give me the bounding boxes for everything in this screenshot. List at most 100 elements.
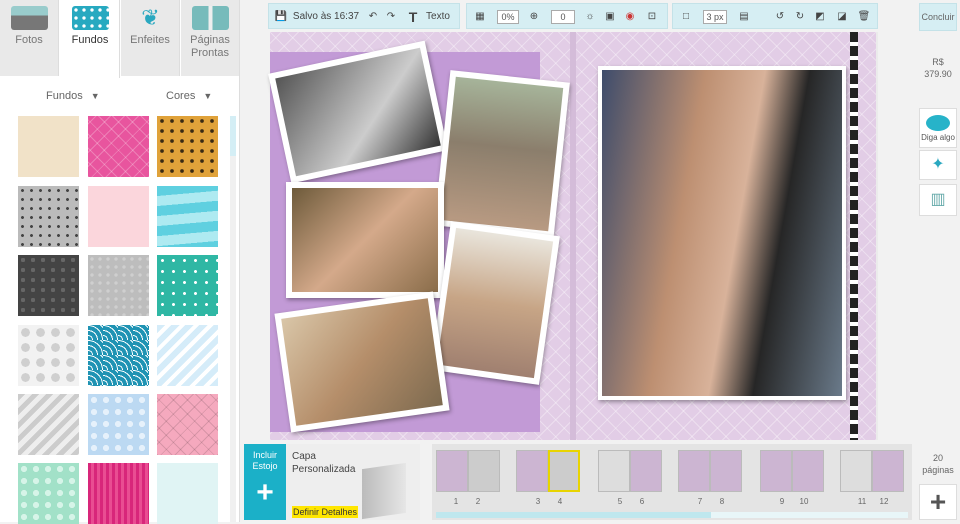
page-thumb-10[interactable] <box>792 450 824 492</box>
page-thumb-6[interactable] <box>630 450 662 492</box>
redo-icon[interactable]: ↷ <box>383 7 399 27</box>
swatch[interactable] <box>88 116 149 177</box>
say-something-button[interactable]: Diga algo <box>919 108 957 148</box>
toolbar-group-file: 💾 Salvo às 16:37 ↶ ↷ T Texto <box>268 3 460 29</box>
swatch[interactable] <box>18 325 79 386</box>
brightness-icon[interactable]: ☼ <box>583 7 597 27</box>
cover-title: Capa Personalizada <box>292 451 356 475</box>
include-case-button[interactable]: Incluir Estojo + <box>244 444 286 520</box>
cover-preview-icon <box>362 462 406 520</box>
page-number: 12 <box>879 497 889 506</box>
page-thumbnails: 1 2 3 4 5 6 7 8 9 10 11 12 <box>432 444 912 520</box>
page-thumb-9[interactable] <box>760 450 792 492</box>
tab-photos[interactable]: Fotos <box>0 0 59 76</box>
border-width-input[interactable]: 3 px <box>703 10 727 24</box>
photos-icon <box>11 6 48 30</box>
swatch[interactable] <box>18 186 79 247</box>
zoom-icon[interactable]: ⊕ <box>527 7 541 27</box>
photo-sitting-rocks[interactable] <box>434 70 570 238</box>
colors-dropdown[interactable]: Cores ▼ <box>166 90 212 102</box>
swatch[interactable] <box>157 394 218 455</box>
swatch[interactable] <box>88 255 149 316</box>
swatch[interactable] <box>18 394 79 455</box>
tab-embellishments[interactable]: ❦ Enfeites <box>121 0 180 76</box>
swatch[interactable] <box>88 186 149 247</box>
left-panel: Fotos Fundos ❦ Enfeites Páginas Prontas … <box>0 0 240 524</box>
thumbnail-scrollbar[interactable] <box>436 512 908 518</box>
speech-bubble-icon <box>926 115 950 131</box>
swatch[interactable] <box>157 186 218 247</box>
swatch[interactable] <box>157 116 218 177</box>
send-back-icon[interactable]: ◪ <box>835 7 849 27</box>
swatch[interactable] <box>88 463 149 524</box>
photo-main-portrait[interactable] <box>598 66 846 400</box>
butterfly-icon: ❦ <box>141 5 160 30</box>
swatch[interactable] <box>157 325 218 386</box>
page-thumb-1[interactable] <box>436 450 468 492</box>
spine-gap <box>570 32 576 440</box>
album-canvas[interactable] <box>268 32 878 440</box>
save-icon[interactable]: 💾 <box>273 7 289 27</box>
bring-front-icon[interactable]: ◩ <box>813 7 827 27</box>
page-number: 9 <box>779 497 785 506</box>
page-thumb-12[interactable] <box>872 450 904 492</box>
page-number: 1 <box>453 497 459 506</box>
crop-icon[interactable]: ⊡ <box>645 7 659 27</box>
page-thumb-4[interactable] <box>548 450 580 492</box>
backgrounds-dropdown[interactable]: Fundos ▼ <box>46 90 100 102</box>
tab-backgrounds[interactable]: Fundos <box>61 0 120 78</box>
transparency-icon[interactable]: ▦ <box>473 7 487 27</box>
page-number: 6 <box>639 497 645 506</box>
opacity-input[interactable]: 0% <box>497 10 519 24</box>
grid-icon[interactable]: ▤ <box>735 7 753 27</box>
saved-status: Salvo às 16:37 <box>292 11 360 22</box>
toolbar: 💾 Salvo às 16:37 ↶ ↷ T Texto ▦ 0% ⊕ 0 ☼ … <box>268 3 878 29</box>
define-details-link[interactable]: Definir Detalhes <box>292 506 359 518</box>
border-icon[interactable]: □ <box>679 7 693 27</box>
page-thumb-2[interactable] <box>468 450 500 492</box>
conclude-button[interactable]: Concluir <box>919 3 957 31</box>
swatch[interactable] <box>18 116 79 177</box>
swatch[interactable] <box>157 463 218 524</box>
scrollbar-thumb[interactable] <box>436 512 711 518</box>
custom-cover[interactable]: Capa Personalizada Definir Detalhes <box>286 444 420 520</box>
swatch[interactable] <box>18 255 79 316</box>
text-button[interactable]: Texto <box>423 7 453 27</box>
page-thumb-5[interactable] <box>598 450 630 492</box>
page-thumb-8[interactable] <box>710 450 742 492</box>
page-number: 2 <box>475 497 481 506</box>
page-number: 7 <box>697 497 703 506</box>
rotate-right-icon[interactable]: ↻ <box>793 7 807 27</box>
zoom-input[interactable]: 0 <box>551 10 575 24</box>
swatch-scrollbar[interactable] <box>230 116 236 522</box>
page-thumb-7[interactable] <box>678 450 710 492</box>
swatch[interactable] <box>18 463 79 524</box>
price-value: 379.90 <box>924 69 952 79</box>
photo-sunglasses[interactable] <box>286 182 444 298</box>
trash-icon[interactable]: 🗑 <box>857 7 871 27</box>
chevron-down-icon: ▼ <box>90 91 100 101</box>
photo-beach[interactable] <box>430 221 560 385</box>
photo-arms-up[interactable] <box>274 291 450 433</box>
eye-icon[interactable]: ◉ <box>623 7 637 27</box>
swatch[interactable] <box>88 394 149 455</box>
swatch[interactable] <box>157 255 218 316</box>
price: R$ 379.90 <box>916 56 960 80</box>
magic-wand-icon[interactable]: ✦ <box>919 150 957 180</box>
toolbar-group-image: ▦ 0% ⊕ 0 ☼ ▣ ◉ ⊡ <box>466 3 668 29</box>
album-view-icon[interactable]: ▥ <box>919 184 957 216</box>
page-thumb-11[interactable] <box>840 450 872 492</box>
text-icon[interactable]: T <box>405 7 421 27</box>
page-number: 8 <box>719 497 725 506</box>
chevron-down-icon: ▼ <box>203 91 213 101</box>
tab-ready-pages[interactable]: Páginas Prontas <box>181 0 240 76</box>
swatch[interactable] <box>88 325 149 386</box>
page-thumb-3[interactable] <box>516 450 548 492</box>
image-icon[interactable]: ▣ <box>603 7 617 27</box>
plus-icon: + <box>256 476 274 509</box>
add-page-button[interactable]: + <box>919 484 957 520</box>
undo-icon[interactable]: ↶ <box>365 7 381 27</box>
page-number: 10 <box>799 497 809 506</box>
scrollbar-thumb[interactable] <box>230 116 236 156</box>
rotate-left-icon[interactable]: ↺ <box>773 7 787 27</box>
